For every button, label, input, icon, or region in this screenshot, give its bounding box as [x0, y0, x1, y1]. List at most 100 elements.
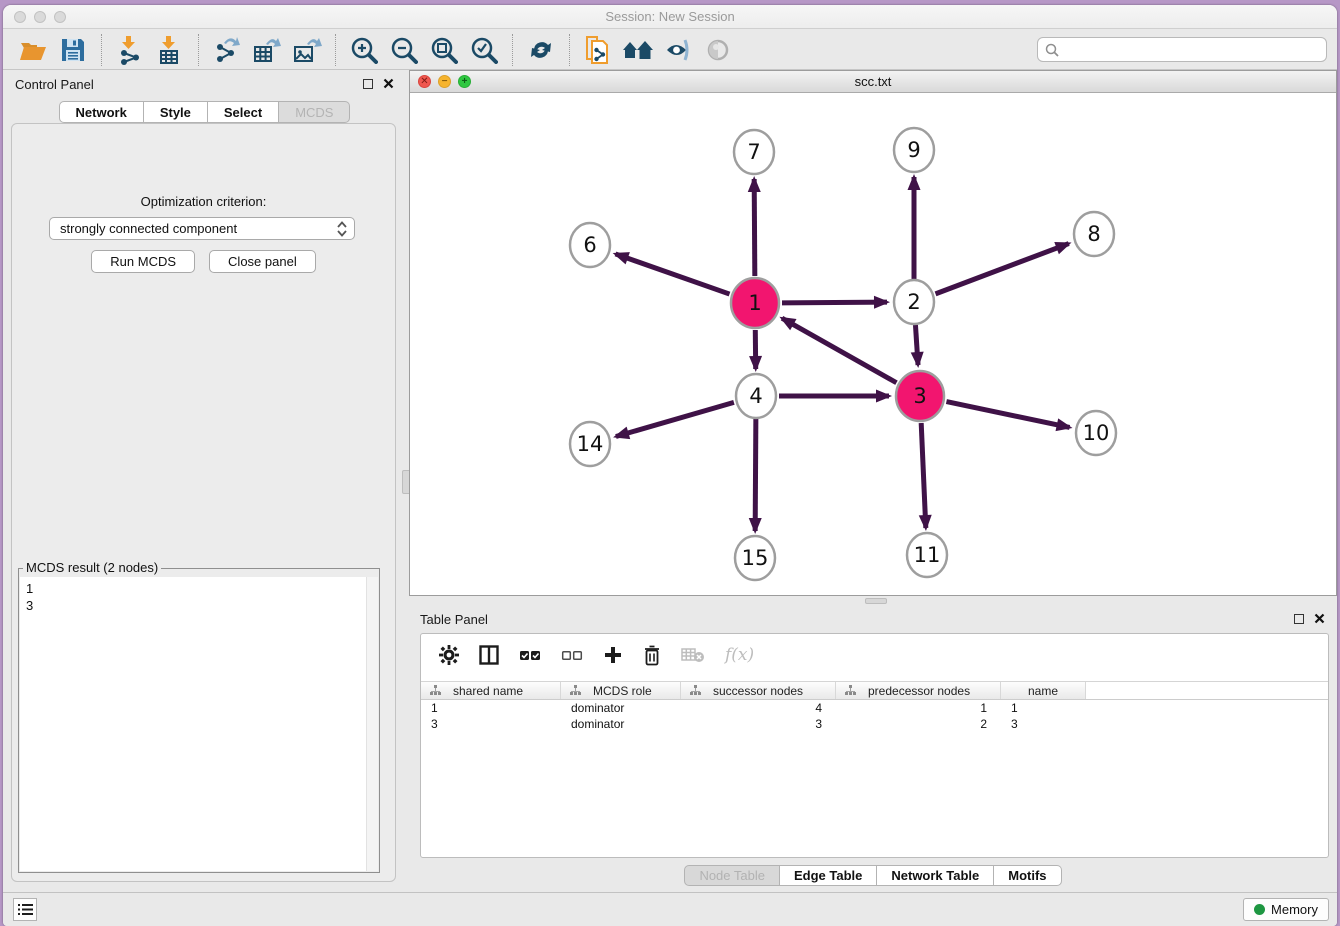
graph-node-label: 14 — [577, 432, 604, 456]
tab-motifs[interactable]: Motifs — [994, 865, 1061, 886]
mcds-result-title: MCDS result (2 nodes) — [23, 560, 161, 575]
zoom-in-icon[interactable] — [344, 33, 384, 67]
graph-edge-2-3[interactable] — [915, 325, 918, 365]
table-cell[interactable]: 3 — [1001, 716, 1086, 732]
window-titlebar: Session: New Session — [3, 5, 1337, 29]
column-header-name[interactable]: name — [1001, 682, 1086, 699]
import-network-icon[interactable] — [110, 33, 150, 67]
table-cell[interactable]: 4 — [681, 700, 836, 716]
table-row[interactable]: 1dominator411 — [421, 700, 1328, 716]
delete-column-icon[interactable] — [643, 645, 661, 666]
export-network-icon[interactable] — [207, 33, 247, 67]
tab-network-table[interactable]: Network Table — [877, 865, 994, 886]
table-panel-title: Table Panel — [420, 612, 488, 627]
tab-network[interactable]: Network — [59, 101, 144, 123]
graph-edge-4-14[interactable] — [616, 402, 734, 436]
close-panel-button[interactable]: Close panel — [209, 250, 316, 273]
column-header-mcds-role[interactable]: MCDS role — [561, 682, 681, 699]
export-image-icon[interactable] — [287, 33, 327, 67]
float-panel-icon[interactable] — [1294, 614, 1304, 624]
close-panel-icon[interactable] — [383, 78, 394, 89]
save-session-icon[interactable] — [53, 33, 93, 67]
table-cell[interactable]: 3 — [681, 716, 836, 732]
eye-disabled-icon — [698, 33, 738, 67]
graph-edge-4-15[interactable] — [755, 419, 756, 531]
graph-edge-2-8[interactable] — [936, 244, 1069, 294]
column-header-shared-name[interactable]: shared name — [421, 682, 561, 699]
tab-select[interactable]: Select — [208, 101, 279, 123]
table-header: shared name MCDS role successor nodes — [421, 681, 1328, 700]
graph-edge-1-7[interactable] — [754, 179, 755, 276]
graph-node-3[interactable]: 3 — [896, 371, 944, 421]
zoom-selected-icon[interactable] — [464, 33, 504, 67]
home-icon[interactable] — [618, 33, 658, 67]
hide-panels-icon[interactable] — [658, 33, 698, 67]
table-cell[interactable]: 2 — [836, 716, 1001, 732]
graph-node-15[interactable]: 15 — [735, 536, 775, 580]
mcds-result-text[interactable]: 1 3 — [26, 580, 362, 868]
graph-node-1[interactable]: 1 — [731, 278, 779, 328]
graph-node-4[interactable]: 4 — [736, 374, 776, 418]
run-mcds-button[interactable]: Run MCDS — [91, 250, 195, 273]
network-canvas[interactable]: 1 2 3 4 6 7 8 9 10 11 14 15 — [410, 93, 1336, 595]
gear-icon[interactable] — [439, 645, 459, 665]
column-header-successor-nodes[interactable]: successor nodes — [681, 682, 836, 699]
add-column-icon[interactable] — [603, 645, 623, 665]
search-input[interactable] — [1060, 40, 1326, 60]
float-panel-icon[interactable] — [363, 79, 373, 89]
network-view-title: scc.txt — [410, 74, 1336, 89]
graph-node-label: 4 — [749, 384, 762, 408]
table-row[interactable]: 3dominator323 — [421, 716, 1328, 732]
columns-icon[interactable] — [479, 645, 499, 665]
zoom-out-icon[interactable] — [384, 33, 424, 67]
import-table-icon[interactable] — [150, 33, 190, 67]
list-icon — [18, 903, 33, 916]
graph-edge-3-11[interactable] — [921, 423, 926, 528]
control-panel-tabs: NetworkStyleSelectMCDS — [3, 101, 406, 123]
tab-style[interactable]: Style — [144, 101, 208, 123]
duplicate-network-icon[interactable] — [578, 33, 618, 67]
tab-node-table[interactable]: Node Table — [684, 865, 780, 886]
tab-mcds[interactable]: MCDS — [279, 101, 350, 123]
graph-node-9[interactable]: 9 — [894, 128, 934, 172]
graph-node-10[interactable]: 10 — [1076, 411, 1116, 455]
table-cell[interactable]: dominator — [561, 716, 681, 732]
select-all-icon[interactable] — [519, 647, 541, 663]
graph-node-14[interactable]: 14 — [570, 422, 610, 466]
graph-node-label: 11 — [914, 543, 941, 567]
close-panel-icon[interactable] — [1314, 613, 1325, 624]
graph-node-8[interactable]: 8 — [1074, 212, 1114, 256]
table-cell[interactable]: 1 — [1001, 700, 1086, 716]
export-table-icon[interactable] — [247, 33, 287, 67]
column-label: MCDS role — [593, 684, 652, 698]
horizontal-splitter[interactable] — [409, 596, 1337, 605]
graph-node-label: 9 — [907, 138, 920, 162]
network-graph[interactable]: 1 2 3 4 6 7 8 9 10 11 14 15 — [410, 93, 1337, 596]
graph-node-6[interactable]: 6 — [570, 223, 610, 267]
open-session-icon[interactable] — [13, 33, 53, 67]
graph-edge-3-1[interactable] — [782, 318, 896, 383]
zoom-fit-icon[interactable] — [424, 33, 464, 67]
result-scrollbar[interactable] — [366, 577, 378, 871]
criterion-select[interactable]: strongly connected component — [49, 217, 355, 240]
refresh-icon[interactable] — [521, 33, 561, 67]
control-panel-controls — [363, 78, 394, 89]
graph-node-7[interactable]: 7 — [734, 130, 774, 174]
graph-node-2[interactable]: 2 — [894, 280, 934, 324]
column-header-predecessor-nodes[interactable]: predecessor nodes — [836, 682, 1001, 699]
graph-edge-1-6[interactable] — [615, 254, 729, 294]
unselect-all-icon[interactable] — [561, 647, 583, 663]
table-cell[interactable]: 3 — [421, 716, 561, 732]
table-cell[interactable]: 1 — [836, 700, 1001, 716]
tab-edge-table[interactable]: Edge Table — [780, 865, 877, 886]
desktop: Session: New Session — [0, 0, 1340, 926]
memory-button[interactable]: Memory — [1243, 898, 1329, 921]
graph-edge-1-2[interactable] — [782, 302, 887, 303]
graph-node-11[interactable]: 11 — [907, 533, 947, 577]
task-history-button[interactable] — [13, 898, 37, 921]
table-cell[interactable]: dominator — [561, 700, 681, 716]
table-cell[interactable]: 1 — [421, 700, 561, 716]
main-toolbar — [3, 30, 1337, 70]
splitter-grip[interactable] — [865, 598, 887, 604]
graph-edge-3-10[interactable] — [946, 402, 1069, 428]
